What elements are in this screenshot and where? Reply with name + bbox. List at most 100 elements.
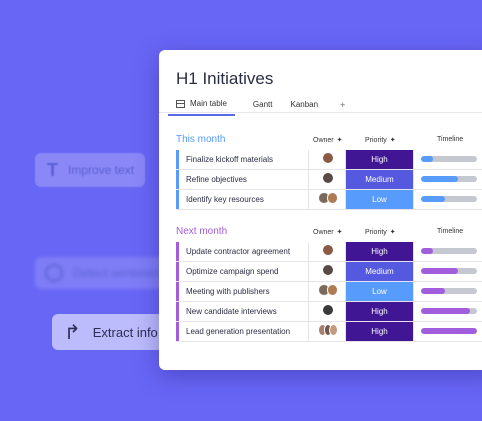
avatar (322, 264, 334, 276)
priority-status[interactable]: High (346, 242, 413, 261)
owner-cell[interactable] (318, 284, 338, 298)
timeline-fill (421, 268, 458, 274)
tab-gantt[interactable]: Gantt (253, 99, 273, 116)
column-header-owner-label: Owner (313, 228, 334, 236)
sparkle-icon: ✦ (336, 137, 343, 144)
timeline-bar[interactable] (421, 268, 477, 274)
priority-status[interactable]: High (346, 302, 413, 321)
cell-divider (413, 242, 414, 261)
timeline-bar[interactable] (421, 248, 477, 254)
cell-divider (308, 242, 309, 261)
improve-text-chip[interactable]: T Improve text (35, 153, 145, 187)
owner-cell[interactable] (318, 304, 338, 318)
table-row[interactable]: Finalize kickoff materials High (176, 150, 482, 170)
table-row[interactable]: Lead generation presentation High (176, 322, 482, 342)
item-name[interactable]: Refine objectives (186, 175, 247, 184)
group-name[interactable]: This month (176, 134, 225, 145)
timeline-fill (421, 176, 458, 182)
item-name[interactable]: Update contractor agreement (186, 247, 290, 256)
cell-divider (308, 322, 309, 341)
avatar (322, 244, 334, 256)
cell-divider (413, 302, 414, 321)
item-name[interactable]: Meeting with publishers (186, 287, 270, 296)
timeline-fill (421, 288, 445, 294)
owner-cell[interactable] (318, 244, 338, 258)
timeline-bar[interactable] (421, 328, 477, 334)
smiley-icon (45, 264, 63, 282)
item-name[interactable]: Optimize campaign spend (186, 267, 279, 276)
timeline-bar[interactable] (421, 196, 477, 202)
add-view-button[interactable]: + (340, 99, 345, 116)
cell-divider (413, 322, 414, 341)
owner-cell[interactable] (318, 192, 338, 206)
column-header-priority-label: Priority (365, 136, 387, 144)
priority-status[interactable]: High (346, 150, 413, 169)
timeline-bar[interactable] (421, 156, 477, 162)
column-header-timeline[interactable]: Timeline (437, 136, 463, 143)
column-header-priority[interactable]: Priority ✦ (365, 228, 396, 237)
item-name[interactable]: Finalize kickoff materials (186, 155, 273, 164)
table-row[interactable]: Refine objectives Medium (176, 170, 482, 190)
column-header-timeline-label: Timeline (437, 136, 464, 143)
item-name[interactable]: Lead generation presentation (186, 327, 290, 336)
detect-sentiment-chip[interactable]: Detect sentiment (35, 257, 165, 289)
table-row[interactable]: Optimize campaign spend Medium (176, 262, 482, 282)
timeline-fill (421, 248, 434, 254)
group-1: Next month Owner ✦ Priority ✦ Timeline Update … (176, 224, 482, 342)
view-tabs: Main table Gantt Kanban + (168, 99, 363, 116)
timeline-bar[interactable] (421, 176, 477, 182)
cell-divider (308, 170, 309, 189)
tab-kanban[interactable]: Kanban (291, 99, 319, 116)
table-row[interactable]: Meeting with publishers Low (176, 282, 482, 302)
cell-divider (413, 262, 414, 281)
timeline-fill (421, 196, 445, 202)
owner-cell[interactable] (318, 264, 338, 278)
avatar (322, 172, 334, 184)
priority-status[interactable]: Medium (346, 262, 413, 281)
avatar (326, 284, 338, 296)
tab-kanban-label: Kanban (290, 100, 319, 109)
item-name[interactable]: New candidate interviews (186, 307, 277, 316)
table-row[interactable]: Identify key resources Low (176, 190, 482, 210)
owner-cell[interactable] (318, 172, 338, 186)
owner-cell[interactable] (318, 152, 338, 166)
priority-status[interactable]: Low (346, 282, 413, 301)
cell-divider (308, 150, 309, 169)
group-rows: Finalize kickoff materials High Refine obj… (176, 150, 482, 210)
priority-status[interactable]: Low (346, 190, 413, 209)
extract-info-chip[interactable]: ↱ Extract info (52, 314, 172, 350)
priority-status[interactable]: High (346, 322, 413, 341)
text-icon: T (47, 159, 58, 180)
group-name[interactable]: Next month (176, 226, 227, 237)
column-header-priority-label: Priority (365, 228, 387, 236)
table-row[interactable]: New candidate interviews High (176, 302, 482, 322)
group-header: This month Owner ✦ Priority ✦ Timeline (176, 132, 482, 150)
column-header-owner[interactable]: Owner ✦ (313, 228, 343, 237)
cell-divider (413, 282, 414, 301)
timeline-bar[interactable] (421, 308, 477, 314)
tab-gantt-label: Gantt (252, 100, 273, 109)
priority-status[interactable]: Medium (346, 170, 413, 189)
item-name[interactable]: Identify key resources (186, 195, 264, 204)
column-header-timeline[interactable]: Timeline (437, 228, 463, 235)
board-title: H1 Initiatives (176, 69, 274, 88)
table-row[interactable]: Update contractor agreement High (176, 242, 482, 262)
cell-divider (413, 190, 414, 209)
timeline-bar[interactable] (421, 288, 477, 294)
tab-main-table[interactable]: Main table (168, 99, 235, 116)
column-header-owner[interactable]: Owner ✦ (313, 136, 343, 145)
sparkle-icon: ✦ (336, 229, 343, 236)
avatar (329, 324, 339, 336)
group-rows: Update contractor agreement High Optimize … (176, 242, 482, 342)
group-header: Next month Owner ✦ Priority ✦ Timeline (176, 224, 482, 242)
column-header-priority[interactable]: Priority ✦ (365, 136, 396, 145)
avatar (322, 152, 334, 164)
column-header-timeline-label: Timeline (437, 228, 464, 235)
board-card: H1 Initiatives Main table Gantt Kanban +… (159, 50, 482, 370)
cell-divider (413, 150, 414, 169)
owner-cell[interactable] (318, 324, 339, 338)
table-icon (176, 99, 185, 108)
group-0: This month Owner ✦ Priority ✦ Timeline Finaliz… (176, 132, 482, 210)
sparkle-icon: ✦ (389, 229, 396, 236)
improve-text-label: Improve text (68, 163, 135, 177)
